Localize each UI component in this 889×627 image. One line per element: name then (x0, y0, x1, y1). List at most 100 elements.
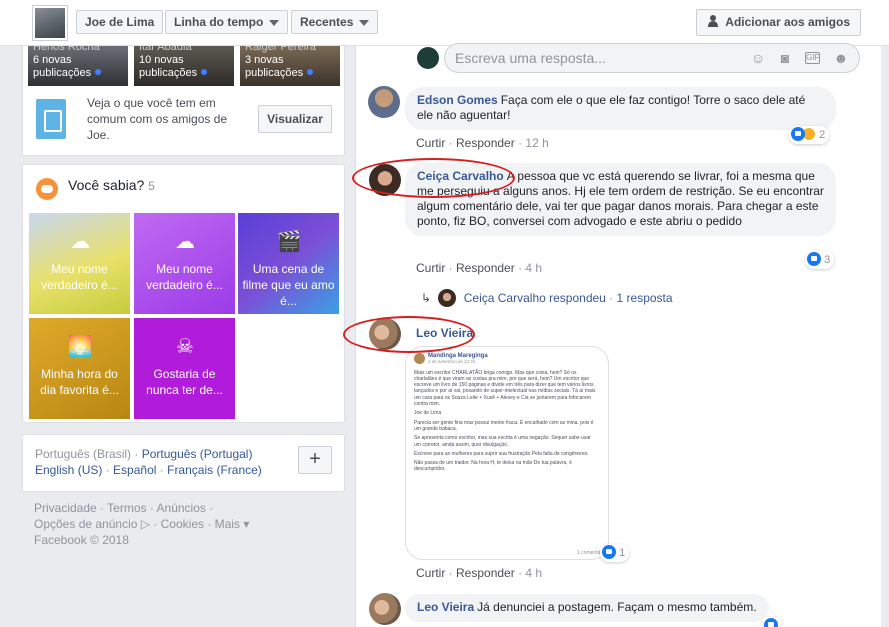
language-link[interactable]: English (US) (35, 463, 102, 477)
like-link[interactable]: Curtir (416, 566, 445, 580)
skull-icon: ☠ (176, 336, 194, 358)
profile-avatar[interactable] (33, 6, 67, 40)
comment-bubble: Leo Vieira Já denunciei a postagem. Façam… (405, 594, 769, 622)
page-scrollbar[interactable] (881, 46, 889, 627)
view-mutual-button[interactable]: Visualizar (258, 105, 332, 133)
reply-link[interactable]: Responder (456, 566, 515, 580)
like-link[interactable]: Curtir (416, 136, 445, 150)
like-link[interactable]: Curtir (416, 261, 445, 275)
replies-summary[interactable]: ↳ Ceiça Carvalho respondeu · 1 resposta (421, 289, 673, 307)
reaction-summary[interactable] (762, 617, 782, 627)
reaction-count: 3 (824, 254, 831, 266)
replied-by[interactable]: Ceiça Carvalho respondeu (464, 291, 606, 305)
language-link[interactable]: Français (France) (167, 463, 262, 477)
reply-link[interactable]: Responder (456, 261, 515, 275)
reaction-count: 1 (619, 547, 626, 559)
timeline-dropdown[interactable]: Linha do tempo (165, 10, 289, 34)
reply-link[interactable]: Responder (456, 136, 515, 150)
emoji-icon[interactable]: ☺ (750, 50, 766, 66)
reaction-summary[interactable]: 2 (789, 126, 830, 144)
did-you-know-title: Você sabia? 5 (36, 177, 155, 200)
recent-label: Recentes (300, 15, 354, 29)
commenter-avatar[interactable] (368, 86, 400, 118)
question-tile[interactable]: ☁ Meu nome verdadeiro é... (134, 213, 235, 314)
clapperboard-icon: 🎬 (276, 231, 302, 253)
did-you-know-label: Você sabia? (68, 177, 145, 193)
add-friend-label: Adicionar aos amigos (725, 15, 850, 29)
friend-post-sub: publicações (33, 67, 92, 79)
language-list: Português (Brasil) · Português (Portugal… (35, 446, 295, 478)
embedded-reactions: 1 comentá (577, 550, 601, 556)
timeline-label: Linha do tempo (174, 15, 264, 29)
friend-post-sub: publicações (245, 67, 304, 79)
comment-time[interactable]: 12 h (525, 136, 548, 150)
like-icon (764, 618, 778, 627)
comment-actions: Curtir · Responder · 4 h (416, 566, 543, 580)
footer-link[interactable]: Privacidade (34, 501, 97, 515)
friend-name: Henos Rocha (33, 46, 100, 53)
mutual-text: Veja o que você tem em comum com os amig… (87, 96, 228, 142)
question-label: Uma cena de filme que eu amo é... (242, 262, 335, 308)
question-label: Minha hora do dia favorita é... (40, 367, 119, 397)
friend-tile[interactable]: Henos Rocha 6 novas publicações (28, 46, 128, 86)
comment-actions: Curtir · Responder · 12 h (416, 136, 549, 150)
current-language: Português (Brasil) (35, 447, 132, 461)
embedded-date: 2 de setembro às 12:34 (428, 359, 476, 365)
user-avatar (417, 47, 439, 69)
reply-input[interactable]: Escreva uma resposta... (444, 43, 860, 73)
footer-link[interactable]: Termos (107, 501, 146, 515)
friend-name: Raiger Pereira (245, 46, 316, 53)
question-tile[interactable]: ☠ Gostaria de nunca ter de... (134, 318, 235, 419)
footer-links: Privacidade · Termos · Anúncios · Opções… (34, 500, 334, 548)
sunset-icon: 🌅 (67, 336, 93, 358)
friend-tile[interactable]: Raiger Pereira 3 novas publicações (240, 46, 340, 86)
recent-dropdown[interactable]: Recentes (291, 10, 379, 34)
reaction-summary[interactable]: 3 (805, 251, 835, 269)
question-label: Meu nome verdadeiro é... (41, 262, 118, 292)
question-label: Gostaria de nunca ter de... (146, 367, 223, 397)
add-language-button[interactable]: + (298, 446, 332, 474)
question-label: Meu nome verdadeiro é... (146, 262, 223, 292)
replies-count[interactable]: 1 resposta (617, 291, 673, 305)
comment-author[interactable]: Leo Vieira (417, 600, 474, 614)
embedded-text: Joe de Lima (414, 410, 442, 417)
question-tile[interactable]: 🌅 Minha hora do dia favorita é... (29, 318, 130, 419)
sticker-icon[interactable]: ☻ (833, 50, 849, 66)
annotation-circle (343, 316, 475, 353)
commenter-avatar[interactable] (369, 593, 401, 625)
reaction-summary[interactable]: 1 (600, 544, 630, 562)
gif-icon[interactable]: GIF (805, 52, 820, 64)
copyright: Facebook © 2018 (34, 533, 129, 547)
language-link[interactable]: Español (113, 463, 156, 477)
like-icon (807, 252, 821, 266)
embedded-text: Mais um escritor CHARLATÃO briga comigo.… (414, 369, 596, 408)
embedded-text: Se apresenta como escritor, mas sua escr… (414, 435, 591, 448)
cloud-icon: ☁ (70, 231, 90, 253)
camera-icon[interactable]: ◙ (777, 50, 793, 66)
friend-tile[interactable]: Itar Abadia 10 novas publicações (134, 46, 234, 86)
friend-name: Itar Abadia (139, 46, 192, 53)
comment-time[interactable]: 4 h (525, 261, 542, 275)
unread-dot-icon (201, 69, 208, 75)
language-link[interactable]: Português (Portugal) (142, 447, 253, 461)
footer-link[interactable]: Mais (215, 517, 240, 531)
footer-link[interactable]: Anúncios (157, 501, 206, 515)
footer-link[interactable]: Cookies (161, 517, 204, 531)
question-tile[interactable]: 🎬 Uma cena de filme que eu amo é... (238, 213, 339, 314)
profile-name-button[interactable]: Joe de Lima (76, 10, 164, 34)
comment-screenshot-image[interactable]: Mandinga Mareginga 2 de setembro às 12:3… (405, 346, 609, 560)
comment-author[interactable]: Edson Gomes (417, 93, 498, 107)
comment-actions: Curtir · Responder · 4 h (416, 261, 543, 275)
friend-post-sub: publicações (139, 67, 198, 79)
footer-link[interactable]: Opções de anúncio (34, 517, 137, 531)
friend-post-count: 3 novas (245, 54, 284, 66)
add-friend-button[interactable]: Adicionar aos amigos (696, 9, 861, 36)
replier-avatar (438, 289, 457, 307)
question-tile[interactable]: ☁ Meu nome verdadeiro é... (29, 213, 130, 314)
separator: · (134, 447, 139, 461)
comment-bubble: Edson Gomes Faça com ele o que ele faz co… (405, 87, 836, 130)
mutual-friends-icon (36, 99, 66, 139)
comment-time[interactable]: 4 h (525, 566, 542, 580)
separator: · (105, 463, 110, 477)
separator: · (159, 463, 164, 477)
